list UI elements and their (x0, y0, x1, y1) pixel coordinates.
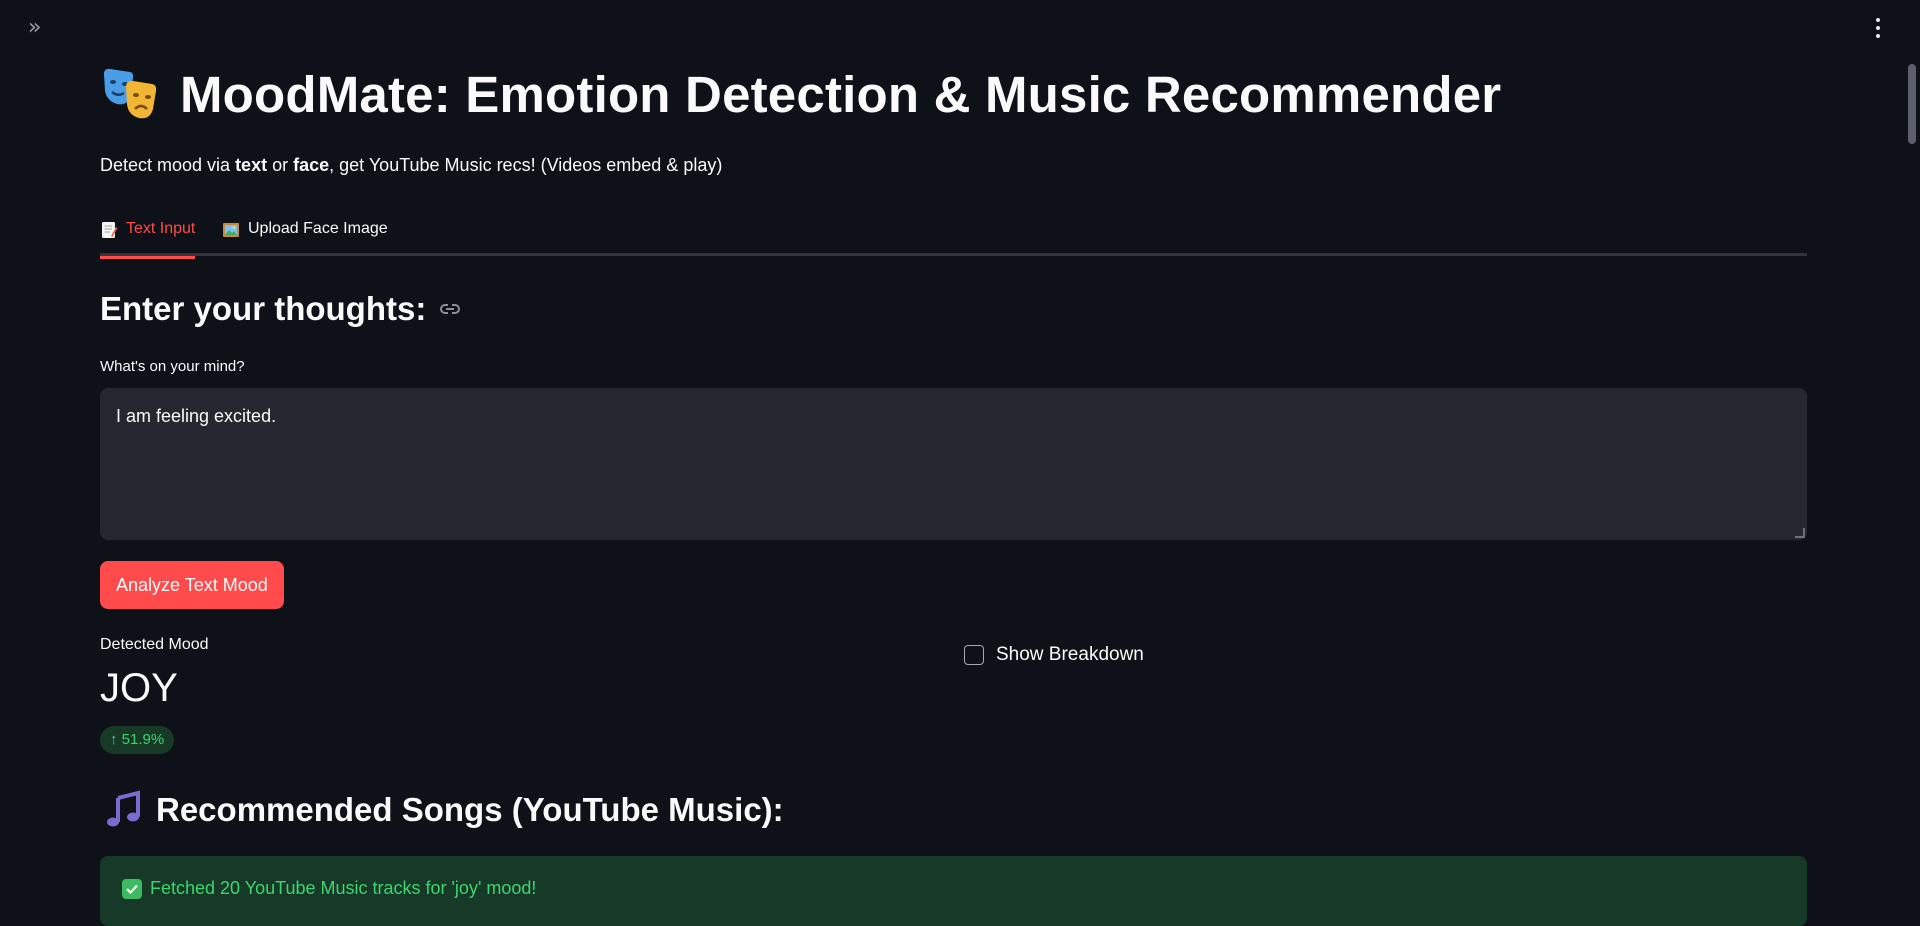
checkbox-label: Show Breakdown (996, 644, 1144, 665)
textarea-label: What's on your mind? (100, 358, 245, 375)
show-breakdown-checkbox[interactable]: Show Breakdown (964, 644, 1144, 666)
scrollbar-thumb[interactable] (1908, 64, 1916, 144)
title-row: MoodMate: Emotion Detection & Music Reco… (100, 64, 1501, 124)
success-alert: Fetched 20 YouTube Music tracks for 'joy… (100, 856, 1807, 926)
tab-label: Text Input (126, 220, 196, 237)
arrow-up-icon: ↑ (110, 731, 118, 748)
subtitle-bold-text: text (235, 155, 268, 175)
tab-text-input[interactable]: Text Input (100, 218, 196, 259)
main-menu-button[interactable] (1866, 14, 1890, 42)
anchor-link-icon[interactable] (438, 297, 462, 321)
text-section-heading: Enter your thoughts: (100, 290, 462, 328)
success-content: Fetched 20 YouTube Music tracks for 'joy… (122, 878, 536, 899)
thoughts-textarea[interactable]: I am feeling excited. (100, 388, 1807, 540)
dot (1876, 26, 1880, 30)
resize-handle[interactable] (1795, 528, 1805, 538)
scrollbar-track[interactable] (1904, 0, 1920, 919)
delta-value: 51.9% (121, 731, 165, 748)
section-title: Enter your thoughts: (100, 290, 427, 327)
check-mark-icon (122, 878, 142, 899)
metric-value: JOY (100, 666, 178, 710)
dot (1876, 18, 1880, 22)
input-tabs: Text Input Upload Face Image (100, 210, 1807, 259)
subtitle-part: or (267, 155, 294, 175)
textarea-value: I am feeling excited. (116, 406, 277, 426)
tab-upload-face-image[interactable]: Upload Face Image (222, 218, 388, 256)
dot (1876, 34, 1880, 38)
subtitle-part: Detect mood via (100, 155, 236, 175)
page-subtitle: Detect mood via text or face, get YouTub… (100, 155, 722, 176)
subtitle-bold-face: face (293, 155, 330, 175)
analyze-text-mood-button[interactable]: Analyze Text Mood (100, 561, 284, 609)
page-title: MoodMate: Emotion Detection & Music Reco… (180, 65, 1502, 123)
recommendations-heading: Recommended Songs (YouTube Music): (104, 790, 784, 830)
section-title: Recommended Songs (YouTube Music): (156, 791, 784, 828)
subtitle-part: , get YouTube Music recs! (Videos embed … (329, 155, 723, 175)
success-message: Fetched 20 YouTube Music tracks for 'joy… (150, 878, 537, 898)
sidebar-expand-button[interactable]: » (28, 16, 52, 40)
memo-icon (102, 222, 118, 238)
metric-delta-badge: ↑ 51.9% (100, 726, 175, 754)
framed-picture-icon (223, 223, 239, 237)
main-content: MoodMate: Emotion Detection & Music Reco… (100, 0, 1807, 926)
musical-note-icon (107, 790, 140, 827)
performing-arts-masks-icon (104, 68, 157, 119)
tab-label: Upload Face Image (248, 220, 388, 237)
metric-label: Detected Mood (100, 636, 209, 653)
checkbox-box[interactable] (964, 645, 984, 665)
